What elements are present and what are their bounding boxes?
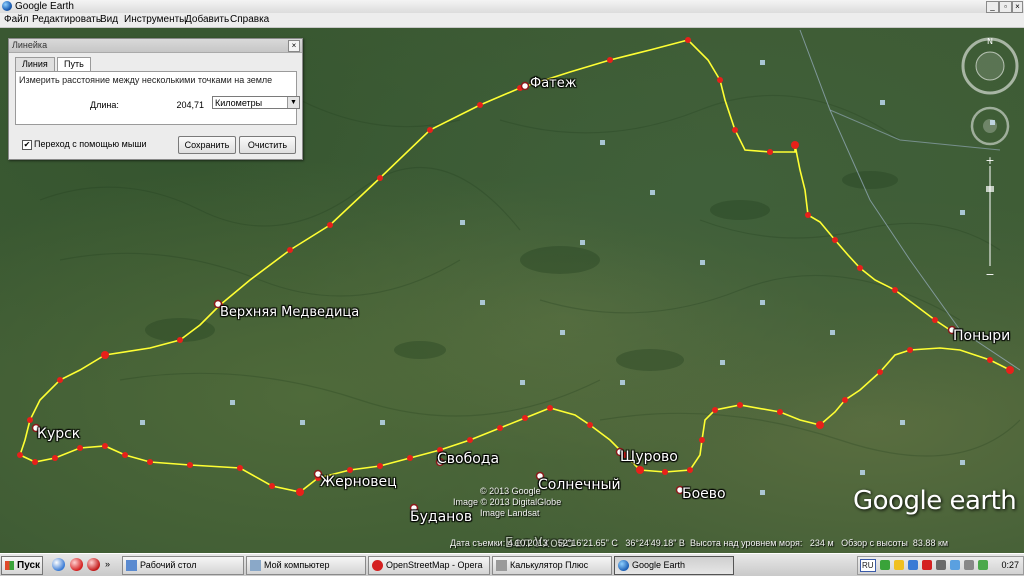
tray-usb-icon[interactable] — [964, 560, 974, 570]
ruler-close-button[interactable]: × — [288, 40, 300, 52]
task-my-computer[interactable]: Мой компьютер — [246, 556, 366, 575]
title-bar: Google Earth _ ▫ × — [0, 0, 1024, 14]
ruler-dialog-title: Линейка — [9, 39, 302, 53]
tray-network-icon[interactable] — [908, 560, 918, 570]
clock[interactable]: 0:27 — [1001, 557, 1019, 574]
label-solnechny: Солнечный — [538, 477, 621, 493]
task-opera-label: OpenStreetMap - Opera — [386, 560, 483, 570]
minimize-button[interactable]: _ — [986, 1, 999, 13]
label-shchurovo: Щурово — [620, 449, 678, 465]
mouse-nav-label: Переход с помощью мыши — [34, 139, 147, 149]
language-indicator[interactable]: RU — [860, 559, 876, 572]
move-joystick-icon[interactable] — [983, 119, 997, 133]
label-ponyri: Поныри — [953, 328, 1011, 344]
look-joystick-icon[interactable] — [975, 51, 1005, 81]
status-altitude-label: Высота над уровнем моря: — [689, 538, 803, 548]
copyright-digitalglobe: Image © 2013 DigitalGlobe — [453, 497, 562, 507]
windows-flag-icon — [5, 561, 14, 570]
north-icon[interactable]: N — [987, 37, 993, 46]
google-earth-logo: Google earth — [853, 486, 1017, 516]
label-fatezh: Фатеж — [530, 76, 577, 91]
status-latitude: 52°16'21.65" С — [557, 538, 618, 548]
taskbar: Пуск » Рабочий стол Мой компьютер OpenSt… — [0, 553, 1024, 576]
length-value: 204,71 — [176, 100, 204, 110]
status-altitude-value: 234 м — [809, 538, 834, 548]
quicklaunch-opera-icon[interactable] — [70, 558, 83, 571]
task-calculator-label: Калькулятор Плюс — [510, 560, 589, 570]
menu-file[interactable]: Файл — [4, 13, 29, 27]
desktop-icon — [126, 560, 137, 571]
tray-app-icon[interactable] — [880, 560, 890, 570]
menu-tools[interactable]: Инструменты — [124, 13, 186, 27]
start-label: Пуск — [17, 560, 41, 571]
close-button[interactable]: × — [1012, 1, 1023, 13]
mouse-nav-checkbox[interactable]: ✔ — [22, 140, 32, 150]
tray-wifi-icon[interactable] — [950, 560, 960, 570]
system-tray: RU 0:27 — [857, 556, 1024, 575]
ruler-description: Измерить расстояние между несколькими то… — [19, 75, 273, 85]
zoom-in-icon[interactable]: + — [985, 154, 994, 167]
menu-edit[interactable]: Редактировать — [32, 13, 101, 27]
google-earth-icon — [2, 1, 12, 11]
status-line: Дата съемки: 4.10.2013 52°16'21.65" С 36… — [450, 538, 948, 548]
quicklaunch-opera2-icon[interactable] — [87, 558, 100, 571]
menu-bar: Файл Редактировать Вид Инструменты Добав… — [0, 13, 1024, 28]
forest-patches — [145, 171, 898, 371]
task-opera[interactable]: OpenStreetMap - Opera — [368, 556, 490, 575]
menu-help[interactable]: Справка — [230, 13, 269, 27]
unit-select[interactable]: Километры ▼ — [212, 96, 300, 109]
status-longitude: 36°24'49.18" В — [625, 538, 685, 548]
length-label: Длина: — [90, 100, 119, 110]
window-title: Google Earth — [15, 1, 74, 12]
opera-icon — [372, 560, 383, 571]
task-desktop[interactable]: Рабочий стол — [122, 556, 244, 575]
menu-add[interactable]: Добавить — [185, 13, 229, 27]
label-svoboda: Свобода — [437, 451, 500, 467]
copyright-landsat: Image Landsat — [480, 508, 540, 518]
task-calculator[interactable]: Калькулятор Плюс — [492, 556, 612, 575]
chevron-down-icon[interactable]: ▼ — [287, 97, 299, 108]
label-boevo: Боево — [682, 486, 726, 502]
calculator-icon — [496, 560, 507, 571]
computer-icon — [250, 560, 261, 571]
status-date: Дата съемки: 4.10.2013 — [450, 538, 548, 548]
menu-view[interactable]: Вид — [100, 13, 118, 27]
zoom-thumb-icon[interactable] — [986, 186, 994, 192]
unit-select-value: Километры — [215, 98, 263, 108]
ruler-dialog: Линейка × Линия Путь Измерить расстояние… — [8, 38, 303, 160]
google-earth-task-icon — [618, 560, 629, 571]
tab-path[interactable]: Путь — [57, 57, 91, 72]
quicklaunch-more-icon[interactable]: » — [105, 558, 113, 571]
label-budanovka: Буданов — [410, 509, 473, 525]
tray-battery-icon[interactable] — [978, 560, 988, 570]
task-google-earth-label: Google Earth — [632, 560, 686, 570]
tray-speaker-icon[interactable] — [936, 560, 946, 570]
zoom-out-icon[interactable]: − — [985, 268, 994, 281]
quicklaunch-earth-icon[interactable] — [52, 558, 65, 571]
start-button[interactable]: Пуск — [1, 556, 43, 575]
label-verkhnyaya-medveditsa: Верхняя Медведица — [220, 305, 360, 320]
label-kursk: Курск — [37, 426, 81, 442]
task-my-computer-label: Мой компьютер — [264, 560, 330, 570]
label-zhernovets: Жерновец — [320, 474, 397, 490]
save-button[interactable]: Сохранить — [178, 136, 236, 154]
clear-button[interactable]: Очистить — [239, 136, 296, 154]
ruler-panel: Измерить расстояние между несколькими то… — [15, 71, 300, 125]
status-eye-value: 83.88 км — [912, 538, 949, 548]
restore-button[interactable]: ▫ — [999, 1, 1012, 13]
task-google-earth[interactable]: Google Earth — [614, 556, 734, 575]
tray-warning-icon[interactable] — [894, 560, 904, 570]
navigation-controls[interactable]: N + − — [960, 36, 1020, 286]
tray-antivirus-icon[interactable] — [922, 560, 932, 570]
tab-line[interactable]: Линия — [15, 57, 55, 71]
status-eye-label: Обзор с высоты — [841, 538, 908, 548]
task-desktop-label: Рабочий стол — [140, 560, 197, 570]
copyright-google: © 2013 Google — [480, 486, 541, 496]
